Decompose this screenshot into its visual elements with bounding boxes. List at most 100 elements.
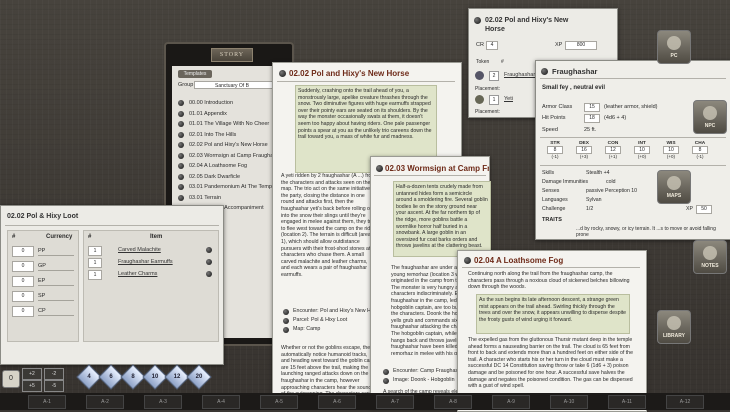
story-entry[interactable]: 02.04 A Loathsome Fog xyxy=(177,161,281,172)
story-link-icon[interactable] xyxy=(279,70,286,77)
hotbar-slot[interactable]: A-4 xyxy=(202,395,240,409)
story-entry-icon xyxy=(178,121,184,127)
story-entry-label: 01.01 The Village With No Cheer xyxy=(189,121,270,127)
modifier-button[interactable]: +5 xyxy=(22,380,42,392)
hotbar-slot-label: A-2 xyxy=(101,399,109,405)
story-entry-label: 03.01 Pandemonium At The Tempe xyxy=(189,184,276,190)
currency-row[interactable]: 0 PP xyxy=(10,245,76,260)
modifier-button[interactable]: +2 xyxy=(22,368,42,380)
templates-button[interactable]: Templates xyxy=(178,70,212,78)
die-label: 10 xyxy=(151,374,159,380)
sidebar-button-maps[interactable]: MAPS xyxy=(657,170,691,204)
hotbar-slot-label: A-5 xyxy=(275,399,283,405)
cr-label: CR xyxy=(476,42,484,48)
ability-score[interactable]: 8 xyxy=(547,146,563,154)
hotbar-slot[interactable]: A-5 xyxy=(260,395,298,409)
story-entry[interactable]: 02.02 Pol and Hixy's New Horse xyxy=(177,140,281,151)
item-link-icon[interactable] xyxy=(206,247,212,253)
npc-name-2[interactable]: Yeti xyxy=(504,96,513,102)
npc-token-1[interactable] xyxy=(475,71,484,80)
story-entry[interactable]: 02.01 Into The Hills xyxy=(177,130,281,141)
ability-score[interactable]: 16 xyxy=(576,146,592,154)
currency-row[interactable]: 0 SP xyxy=(10,290,76,305)
npc-token-2[interactable] xyxy=(475,95,484,104)
hp-label: Hit Points xyxy=(542,115,566,121)
story-link-icon[interactable] xyxy=(464,257,471,264)
hotbar-slot[interactable]: A-6 xyxy=(318,395,356,409)
story-entry[interactable]: 02.05 Dark Dwarficle xyxy=(177,172,281,183)
story-link[interactable]: Map: Camp xyxy=(283,325,373,334)
hotbar-slot[interactable]: A-7 xyxy=(376,395,414,409)
currency-row[interactable]: 0 CP xyxy=(10,305,76,320)
currency-amount[interactable]: 0 xyxy=(12,306,34,317)
item-name[interactable]: Leather Charms xyxy=(118,271,157,277)
item-amount[interactable]: 1 xyxy=(88,270,102,280)
hotbar-slot-label: A-6 xyxy=(333,399,341,405)
story-entry[interactable]: 03.01 Terrain xyxy=(177,193,281,204)
sidebar-button-notes[interactable]: NOTES xyxy=(693,240,727,274)
item-hash-header: # xyxy=(88,234,92,240)
sidebar-button-pc[interactable]: PC xyxy=(657,30,691,64)
story-entry-icon xyxy=(178,152,184,159)
currency-amount[interactable]: 0 xyxy=(12,261,34,272)
story-fog-window[interactable]: 02.04 A Loathsome Fog Continuing north a… xyxy=(457,250,647,412)
story-entry[interactable]: 02.03 Wormsign at Camp Fraughar xyxy=(177,151,281,162)
hp-field[interactable]: 18 xyxy=(584,114,600,123)
die-d20[interactable]: 20 xyxy=(186,364,212,390)
sidebar-button-icon xyxy=(667,36,681,50)
hotbar-slot[interactable]: A-10 xyxy=(550,395,588,409)
story-entry[interactable]: 01.01 The Village With No Cheer xyxy=(177,119,281,130)
item-link-icon[interactable] xyxy=(206,271,212,277)
item-link-icon[interactable] xyxy=(206,259,212,265)
ability-mod: (+3) xyxy=(579,154,589,159)
item-row[interactable]: 1 Leather Charms xyxy=(86,269,216,281)
story-link[interactable]: Encounter: Pol and Hixy's New Horse xyxy=(283,307,381,316)
cr-field[interactable]: 4 xyxy=(486,41,498,50)
die-label: 20 xyxy=(195,374,203,380)
item-row[interactable]: 1 Fraughashar Earmuffs xyxy=(86,257,216,269)
hotbar-slot[interactable]: A-1 xyxy=(28,395,66,409)
hotbar-slot[interactable]: A-12 xyxy=(666,395,704,409)
modifier-counter[interactable]: 0 xyxy=(2,370,20,388)
encounter-link-icon[interactable] xyxy=(474,17,481,24)
hotbar-slot[interactable]: A-9 xyxy=(492,395,530,409)
hotbar-slot[interactable]: A-2 xyxy=(86,395,124,409)
ac-field[interactable]: 15 xyxy=(584,103,600,112)
modifier-button[interactable]: -5 xyxy=(44,380,64,392)
story-entry[interactable]: 00.00 Introduction xyxy=(177,98,281,109)
item-name[interactable]: Fraughashar Earmuffs xyxy=(118,259,173,265)
currency-row[interactable]: 0 EP xyxy=(10,275,76,290)
modifier-button[interactable]: -2 xyxy=(44,368,64,380)
currency-amount[interactable]: 0 xyxy=(12,276,34,287)
item-amount[interactable]: 1 xyxy=(88,246,102,256)
loot-title: 02.02 Pol & Hixy Loot xyxy=(7,213,79,220)
npc-count-2[interactable]: 1 xyxy=(489,95,499,105)
npc-name-1[interactable]: Fraughashar xyxy=(504,72,535,78)
currency-row[interactable]: 0 GP xyxy=(10,260,76,275)
sidebar-button-library[interactable]: LIBRARY xyxy=(657,310,691,344)
loot-window[interactable]: 02.02 Pol & Hixy Loot # Currency 0 PP 0 GP 0… xyxy=(0,205,224,365)
sidebar-button-npc[interactable]: NPC xyxy=(693,100,727,134)
hotbar-slot[interactable]: A-8 xyxy=(434,395,472,409)
currency-amount[interactable]: 0 xyxy=(12,291,34,302)
item-name[interactable]: Carved Malachite xyxy=(118,247,161,253)
story-link-icon[interactable] xyxy=(376,165,383,172)
story-entry[interactable]: 03.01 Pandemonium At The Tempe xyxy=(177,182,281,193)
story-entry[interactable]: 01.01 Appendix xyxy=(177,109,281,120)
group-filter[interactable]: Sanctuary Of B xyxy=(194,81,282,89)
ability-score[interactable]: 10 xyxy=(634,146,650,154)
story-link[interactable]: Parcel: Pol & Hixy Loot xyxy=(283,316,373,325)
npc-count-1[interactable]: 2 xyxy=(489,71,499,81)
hotbar-slot[interactable]: A-3 xyxy=(144,395,182,409)
creature-link-icon[interactable] xyxy=(541,68,548,75)
languages-value: Sylvan xyxy=(586,197,602,203)
currency-amount[interactable]: 0 xyxy=(12,246,34,257)
item-row[interactable]: 1 Carved Malachite xyxy=(86,245,216,257)
ability-mod: (+1) xyxy=(608,154,618,159)
hotbar-slot-label: A-11 xyxy=(621,399,633,405)
fog-intro-text: Continuing north along the trail from th… xyxy=(468,271,630,291)
ability-score[interactable]: 12 xyxy=(605,146,621,154)
hotbar-slot[interactable]: A-11 xyxy=(608,395,646,409)
item-amount[interactable]: 1 xyxy=(88,258,102,268)
encounter-xp-field[interactable]: 800 xyxy=(565,41,597,50)
